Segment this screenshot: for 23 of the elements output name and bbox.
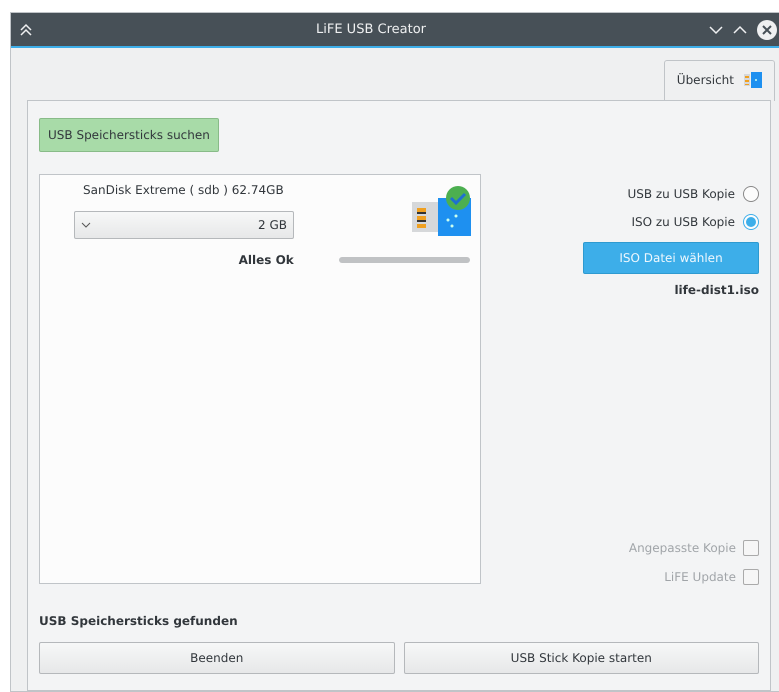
device-name: SanDisk Extreme ( sdb ) 62.74GB: [82, 183, 285, 197]
usb-stick-check-icon: [412, 186, 472, 236]
radio-button[interactable]: [743, 186, 759, 202]
status-text: USB Speichersticks gefunden: [39, 614, 239, 628]
radio-label: USB zu USB Kopie: [627, 187, 735, 201]
iso-filename: life-dist1.iso: [674, 283, 759, 297]
radio-label: ISO zu USB Kopie: [631, 215, 735, 229]
keep-above-icon[interactable]: [19, 22, 33, 36]
checkbox-label: LiFE Update: [664, 570, 736, 584]
device-status: Alles Ok: [238, 253, 294, 267]
action-button[interactable]: USB Stick Kopie starten: [404, 642, 759, 674]
usb-stick-icon: [744, 71, 762, 89]
close-icon[interactable]: [757, 20, 777, 40]
window-title: LiFE USB Creator: [315, 22, 427, 37]
maximize-icon[interactable]: [733, 24, 747, 34]
chevron-down-icon: [81, 222, 91, 228]
tab[interactable]: Übersicht: [664, 60, 775, 101]
minimize-icon[interactable]: [709, 24, 723, 34]
checkbox-label: Angepasste Kopie: [628, 540, 736, 554]
radio-button[interactable]: [743, 214, 759, 230]
action-button[interactable]: Beenden: [39, 642, 394, 674]
search-button[interactable]: USB Speichersticks suchen: [39, 118, 219, 152]
size-dropdown[interactable]: 2 GB: [74, 211, 294, 239]
